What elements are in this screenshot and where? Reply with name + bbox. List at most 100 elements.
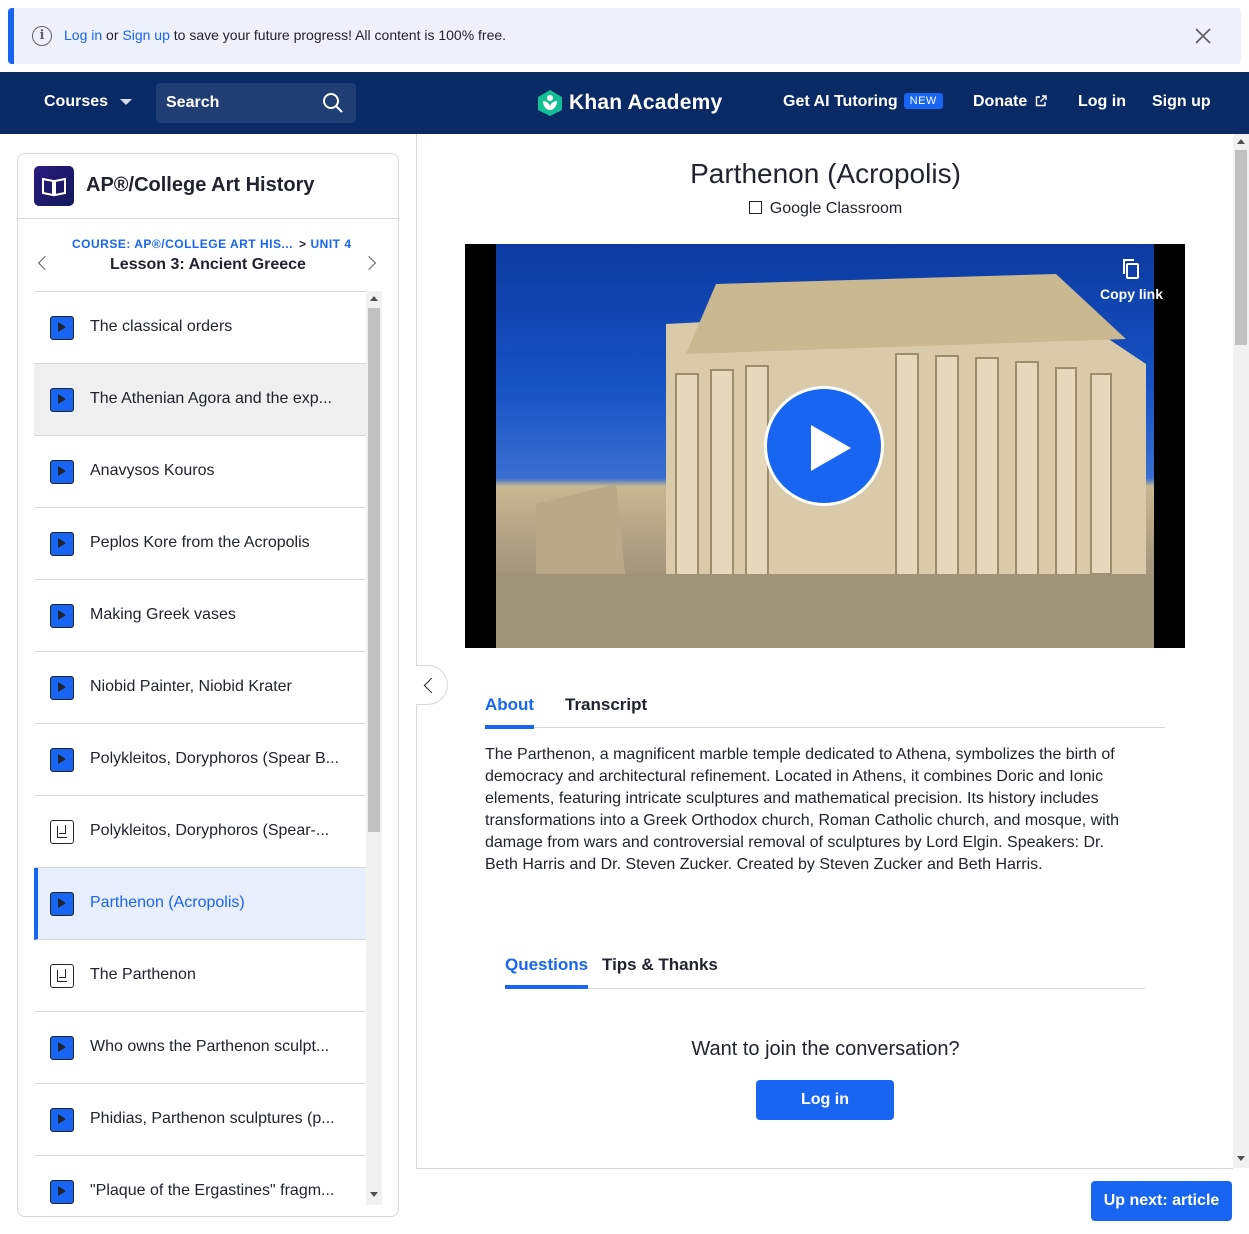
about-tabs: About Transcript (485, 687, 1165, 729)
list-item-label: Polykleitos, Doryphoros (Spear-... (90, 822, 330, 839)
logo-text: Khan Academy (569, 91, 723, 114)
list-item[interactable]: Making Greek vases (34, 580, 366, 652)
login-banner: i Log in or Sign up to save your future … (8, 8, 1241, 64)
copy-link-label: Copy link (1099, 286, 1163, 302)
breadcrumb: COURSE: AP®/COLLEGE ART HIS... > UNIT 4 Le… (18, 220, 398, 290)
top-nav: Courses Search Khan Academy Get AI Tutor… (0, 72, 1249, 134)
banner-login-link[interactable]: Log in (64, 27, 102, 43)
copy-link-button[interactable]: Copy link (1100, 258, 1163, 302)
list-item-active[interactable]: Parthenon (Acropolis) (34, 868, 366, 940)
ai-tutoring-link[interactable]: Get AI Tutoring NEW (783, 93, 943, 111)
search-icon (323, 93, 343, 113)
info-icon: i (32, 26, 52, 46)
google-classroom-label: Google Classroom (769, 200, 903, 217)
list-item-label: Niobid Painter, Niobid Krater (90, 678, 292, 695)
bottom-bar: Up next: article (416, 1168, 1233, 1234)
video-icon (50, 604, 74, 628)
courses-label: Courses (44, 93, 109, 110)
search-label: Search (166, 94, 220, 111)
copy-icon (1123, 259, 1140, 279)
video-icon (50, 388, 74, 412)
list-item-label: The Athenian Agora and the exp... (90, 390, 332, 407)
search-input[interactable]: Search (156, 83, 356, 123)
banner-text: to save your future progress! All conten… (173, 27, 507, 43)
banner-or: or (106, 27, 119, 43)
list-item-label: The Parthenon (90, 966, 196, 983)
close-icon[interactable] (1191, 24, 1215, 48)
nav-login-link[interactable]: Log in (1078, 93, 1126, 111)
list-item[interactable]: The Athenian Agora and the exp... (34, 364, 366, 436)
banner-signup-link[interactable]: Sign up (122, 27, 169, 43)
new-badge: NEW (903, 93, 943, 109)
lesson-sidebar: AP®/College Art History COURSE: AP®/COLL… (17, 153, 399, 1217)
video-icon (50, 1180, 74, 1204)
article-icon (50, 964, 74, 988)
collapse-sidebar-button[interactable] (416, 665, 448, 705)
scroll-down-arrow-icon[interactable] (370, 1192, 378, 1197)
list-item-label: Parthenon (Acropolis) (90, 894, 245, 911)
breadcrumb-separator: > (298, 237, 307, 251)
list-item[interactable]: Anavysos Kouros (34, 436, 366, 508)
list-item-label: Who owns the Parthenon sculpt... (90, 1038, 330, 1055)
lesson-item-list: The classical orders The Athenian Agora … (34, 291, 366, 1211)
nav-signup-link[interactable]: Sign up (1152, 93, 1211, 111)
login-button[interactable]: Log in (756, 1080, 894, 1120)
list-item-label: Making Greek vases (90, 606, 236, 623)
tab-about[interactable]: About (485, 695, 535, 729)
course-book-icon (34, 166, 74, 206)
video-icon (50, 1036, 74, 1060)
khan-academy-logo[interactable]: Khan Academy (537, 89, 722, 117)
courses-menu[interactable]: Courses (44, 93, 133, 111)
main-content: Parthenon (Acropolis) Google Classroom C… (416, 134, 1233, 1234)
list-item[interactable]: The Parthenon (34, 940, 366, 1012)
sidebar-scrollbar-thumb[interactable] (368, 308, 380, 832)
banner-message: Log in or Sign up to save your future pr… (64, 27, 506, 43)
google-classroom-button[interactable]: Google Classroom (417, 200, 1234, 218)
list-item-label: Polykleitos, Doryphoros (Spear B... (90, 750, 339, 767)
external-link-icon (1035, 95, 1047, 107)
list-item[interactable]: Phidias, Parthenon sculptures (p... (34, 1084, 366, 1156)
donate-label: Donate (973, 93, 1028, 110)
scroll-up-arrow-icon[interactable] (1237, 139, 1245, 144)
breadcrumb-unit-link[interactable]: UNIT 4 (310, 237, 351, 251)
breadcrumb-course-link[interactable]: COURSE: AP®/COLLEGE ART HIS... (72, 237, 293, 251)
tab-transcript[interactable]: Transcript (565, 695, 647, 715)
discussion-tabs: Questions Tips & Thanks (505, 947, 1145, 989)
list-item-label: Anavysos Kouros (90, 462, 215, 479)
course-title[interactable]: AP®/College Art History (86, 174, 314, 197)
join-conversation-heading: Want to join the conversation? (691, 1038, 960, 1060)
list-item-label: Peplos Kore from the Acropolis (90, 534, 310, 551)
list-item[interactable]: "Plaque of the Ergastines" fragm... (34, 1156, 366, 1211)
article-icon (50, 820, 74, 844)
tab-questions[interactable]: Questions (505, 955, 589, 989)
chevron-down-icon (120, 99, 133, 105)
google-classroom-icon (748, 201, 762, 214)
video-icon (50, 316, 74, 340)
video-icon (50, 1108, 74, 1132)
video-icon (50, 460, 74, 484)
list-item[interactable]: Peplos Kore from the Acropolis (34, 508, 366, 580)
list-item-label: The classical orders (90, 318, 233, 335)
breadcrumb-path: COURSE: AP®/COLLEGE ART HIS... > UNIT 4 (72, 237, 352, 251)
page-scrollbar[interactable] (1233, 134, 1249, 1168)
list-item[interactable]: Polykleitos, Doryphoros (Spear B... (34, 724, 366, 796)
list-item[interactable]: Polykleitos, Doryphoros (Spear-... (34, 796, 366, 868)
khan-logo-icon (538, 90, 562, 116)
tab-tips-thanks[interactable]: Tips & Thanks (602, 955, 718, 975)
lesson-title: Lesson 3: Ancient Greece (110, 256, 306, 273)
course-header: AP®/College Art History (18, 154, 398, 219)
play-button[interactable] (764, 386, 884, 506)
video-icon (50, 892, 74, 916)
list-item-label: "Plaque of the Ergastines" fragm... (90, 1182, 335, 1199)
page-scrollbar-thumb[interactable] (1235, 150, 1247, 345)
list-item[interactable]: The classical orders (34, 292, 366, 364)
list-item[interactable]: Niobid Painter, Niobid Krater (34, 652, 366, 724)
video-icon (50, 748, 74, 772)
up-next-button[interactable]: Up next: article (1091, 1181, 1232, 1221)
video-description: The Parthenon, a magnificent marble temp… (485, 746, 1120, 873)
donate-link[interactable]: Donate (973, 93, 1047, 111)
scroll-up-arrow-icon[interactable] (370, 296, 378, 301)
list-item[interactable]: Who owns the Parthenon sculpt... (34, 1012, 366, 1084)
scroll-down-arrow-icon[interactable] (1237, 1156, 1245, 1161)
video-player[interactable]: Copy link (465, 244, 1185, 648)
